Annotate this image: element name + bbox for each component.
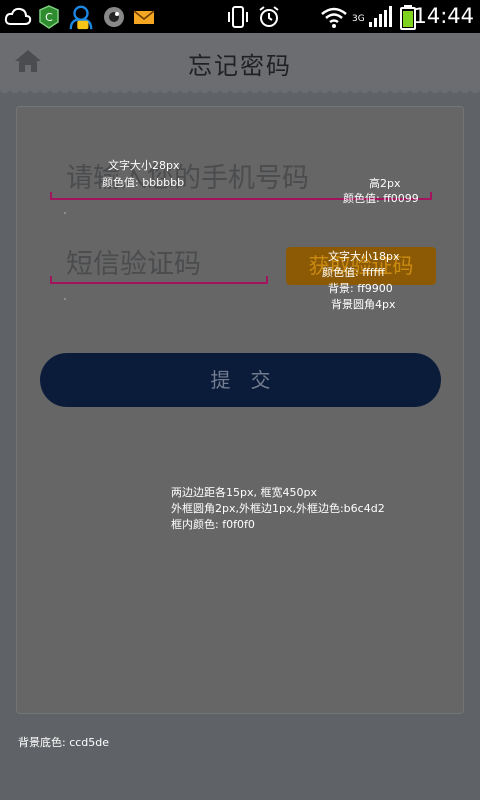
annotation-line-color: 颜色值: ff0099 (343, 192, 419, 205)
wifi-icon (321, 7, 347, 28)
annotation-input-text-size: 文字大小28px (108, 159, 180, 172)
annotation-input-text-color: 颜色值: bbbbbb (102, 176, 185, 189)
annotation-page-bg: 背景底色: ccd5de (18, 736, 110, 749)
alarm-icon (259, 6, 279, 27)
annotation-btn-radius: 背景圆角4px (331, 298, 396, 311)
divider-dot (64, 212, 66, 214)
network-type-label: 3G (352, 14, 365, 24)
annotation-btn-text-color: 颜色值: ffffff (322, 266, 385, 279)
annotation-btn-text-size: 文字大小18px (328, 250, 400, 263)
annotation-frame-border: 外框圆角2px,外框边1px,外框边色:b6c4d2 (171, 502, 385, 515)
vibrate-icon (228, 6, 248, 28)
signal-icon (369, 6, 392, 27)
page-title: 忘记密码 (188, 52, 292, 80)
clock-time: 14:44 (413, 4, 474, 28)
annotation-frame-margin: 两边边距各15px, 框宽450px (171, 486, 317, 499)
header-scalloped-edge (0, 88, 480, 96)
submit-button[interactable]: 提交 (40, 353, 441, 407)
sms-code-input-underline (50, 276, 268, 284)
annotation-line-height: 高2px (369, 177, 401, 190)
annotation-frame-inner: 框内颜色: f0f0f0 (171, 518, 255, 531)
cloud-icon (4, 7, 32, 25)
status-bar: C 3G 14:44 (0, 0, 480, 33)
mail-icon (133, 10, 155, 24)
annotation-btn-bg: 背景: ff9900 (328, 282, 393, 295)
divider-dot (64, 298, 66, 300)
user-icon (69, 5, 93, 30)
svg-text:C: C (45, 11, 53, 24)
app-icon: C (39, 5, 59, 29)
app-header: 忘记密码 (0, 33, 480, 90)
camera-icon (104, 7, 124, 27)
